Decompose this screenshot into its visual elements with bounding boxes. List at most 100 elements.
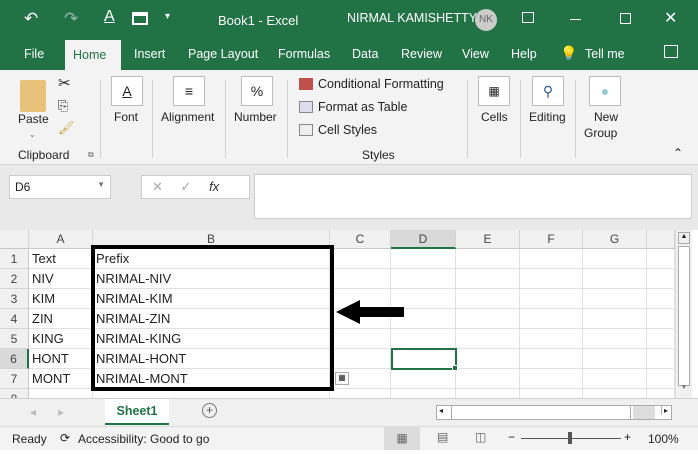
customize-qat-icon[interactable]: ▾ <box>165 11 170 22</box>
cell[interactable]: NIV <box>29 269 93 289</box>
tab-data[interactable]: Data <box>352 47 378 61</box>
cell[interactable] <box>391 329 456 349</box>
normal-view-icon[interactable]: ▦ <box>384 427 420 450</box>
row-header-2[interactable]: 2 <box>0 269 29 289</box>
font-button[interactable]: Font <box>114 110 138 124</box>
number-format-icon[interactable]: % <box>241 76 273 106</box>
cell[interactable] <box>391 249 456 269</box>
cell[interactable] <box>456 289 520 309</box>
tab-insert[interactable]: Insert <box>134 47 165 61</box>
vertical-scrollbar[interactable]: ▲ ▼ <box>675 230 692 398</box>
sheet-tab-sheet1[interactable]: Sheet1 <box>105 399 169 425</box>
column-header-d[interactable]: D <box>391 230 456 249</box>
cell[interactable] <box>583 269 647 289</box>
number-button[interactable]: Number <box>234 110 277 124</box>
horizontal-scrollbar[interactable]: ◂ ▸ <box>436 405 672 420</box>
cell[interactable]: ZIN <box>29 309 93 329</box>
cell[interactable] <box>330 269 391 289</box>
cell[interactable] <box>456 349 520 369</box>
name-box-dropdown-icon[interactable]: ▼ <box>97 180 105 189</box>
horizontal-scroll-thumb[interactable] <box>451 406 631 419</box>
cells-icon[interactable]: ▦ <box>478 76 510 106</box>
borders-icon[interactable] <box>132 12 148 25</box>
cell[interactable]: HONT <box>29 349 93 369</box>
new-group-icon[interactable]: ● <box>589 76 621 106</box>
find-icon[interactable]: ⚲ <box>532 76 564 106</box>
tab-home[interactable]: Home <box>65 40 121 70</box>
row-header-3[interactable]: 3 <box>0 289 29 309</box>
font-icon[interactable]: A <box>111 76 143 106</box>
cell[interactable] <box>330 329 391 349</box>
prev-sheet-icon[interactable]: ◂ <box>30 405 36 419</box>
cell[interactable]: MONT <box>29 369 93 389</box>
cell[interactable] <box>647 269 675 289</box>
cell[interactable] <box>647 329 675 349</box>
cell[interactable] <box>647 249 675 269</box>
cell[interactable] <box>647 289 675 309</box>
avatar[interactable]: NK <box>475 9 497 31</box>
column-header-f[interactable]: F <box>520 230 583 249</box>
row-header-1[interactable]: 1 <box>0 249 29 269</box>
formula-input[interactable] <box>254 174 692 219</box>
next-sheet-icon[interactable]: ▸ <box>58 405 64 419</box>
cell[interactable] <box>583 329 647 349</box>
cell[interactable] <box>583 289 647 309</box>
cell[interactable] <box>520 289 583 309</box>
cancel-icon[interactable]: ✕ <box>152 179 163 194</box>
font-color-icon[interactable]: A <box>104 8 115 26</box>
scroll-right-icon[interactable]: ▸ <box>660 406 668 415</box>
quick-analysis-icon[interactable]: ▦ <box>335 372 349 385</box>
cell[interactable] <box>456 369 520 389</box>
tell-me-search[interactable]: Tell me <box>585 47 625 61</box>
row-header-5[interactable]: 5 <box>0 329 29 349</box>
ribbon-display-icon[interactable] <box>522 12 534 23</box>
column-header-c[interactable]: C <box>330 230 391 249</box>
collapse-ribbon-icon[interactable]: ⌃ <box>673 146 683 160</box>
row-header-6[interactable]: 6 <box>0 349 29 369</box>
cell[interactable] <box>391 269 456 289</box>
format-as-table-button[interactable]: Format as Table <box>318 100 407 114</box>
tab-formulas[interactable]: Formulas <box>278 47 330 61</box>
cell[interactable] <box>520 329 583 349</box>
tab-file[interactable]: File <box>24 47 44 61</box>
paste-dropdown-icon[interactable]: ⌄ <box>29 130 36 139</box>
paste-button[interactable]: Paste <box>18 112 49 126</box>
fill-handle[interactable] <box>452 365 458 371</box>
column-header-a[interactable]: A <box>29 230 93 249</box>
cell[interactable] <box>520 369 583 389</box>
active-cell-d6[interactable] <box>391 348 457 370</box>
cell[interactable]: KIM <box>29 289 93 309</box>
cell[interactable] <box>647 309 675 329</box>
zoom-in-icon[interactable]: + <box>624 430 631 444</box>
cell[interactable] <box>456 269 520 289</box>
cell[interactable] <box>330 249 391 269</box>
scroll-left-icon[interactable]: ◂ <box>439 406 443 415</box>
dialog-launcher-icon[interactable]: ⧉ <box>88 150 94 160</box>
maximize-icon[interactable] <box>620 13 631 24</box>
alignment-icon[interactable]: ≡ <box>173 76 205 106</box>
cell[interactable] <box>456 249 520 269</box>
vertical-scroll-thumb[interactable] <box>678 246 690 386</box>
editing-button[interactable]: Editing <box>529 110 566 124</box>
insert-function-icon[interactable]: fx <box>209 179 219 194</box>
scroll-down-icon[interactable]: ▼ <box>678 384 690 396</box>
new-group-label-2[interactable]: Group <box>584 126 617 140</box>
cell[interactable] <box>583 309 647 329</box>
enter-icon[interactable]: ✓ <box>181 179 192 194</box>
tab-view[interactable]: View <box>462 47 489 61</box>
cell[interactable] <box>330 349 391 369</box>
select-all-button[interactable] <box>0 230 29 249</box>
accessibility-status[interactable]: Accessibility: Good to go <box>78 432 209 446</box>
page-layout-view-icon[interactable]: ▤ <box>437 430 448 444</box>
cut-icon[interactable]: ✂ <box>58 74 71 92</box>
add-sheet-icon[interactable]: + <box>202 403 217 418</box>
cell-styles-button[interactable]: Cell Styles <box>318 123 377 137</box>
zoom-out-icon[interactable]: − <box>508 430 515 444</box>
conditional-formatting-button[interactable]: Conditional Formatting <box>318 77 444 91</box>
cell[interactable] <box>391 369 456 389</box>
cell[interactable] <box>583 349 647 369</box>
cell[interactable] <box>520 349 583 369</box>
paste-icon[interactable] <box>20 80 46 112</box>
minimize-icon[interactable] <box>570 19 581 20</box>
zoom-level[interactable]: 100% <box>648 432 679 446</box>
